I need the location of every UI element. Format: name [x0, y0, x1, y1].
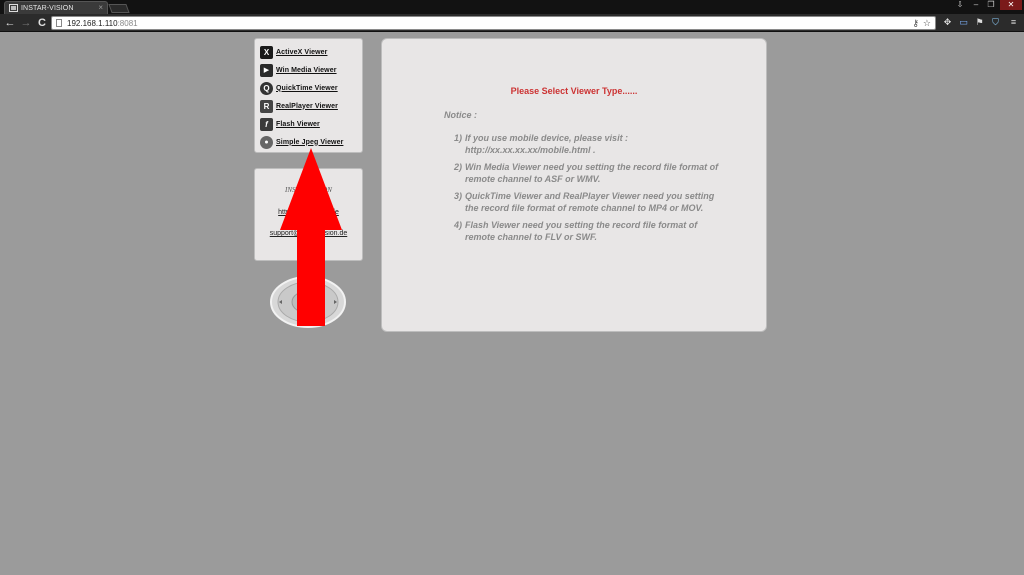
restore-button[interactable]: ❐: [984, 0, 998, 10]
notice-text: Win Media Viewer need you setting the re…: [465, 162, 719, 184]
back-button[interactable]: ←: [3, 16, 17, 30]
windows-media-icon: ▶: [260, 63, 273, 77]
minimize-button[interactable]: –: [969, 0, 983, 10]
page-title: Please Select Viewer Type......: [510, 86, 638, 96]
tab-title: INSTAR-VISION: [21, 4, 74, 12]
notice-text: Flash Viewer need you setting the record…: [465, 220, 698, 242]
page-icon: [56, 19, 62, 27]
main-panel: Please Select Viewer Type...... Notice :…: [381, 38, 767, 332]
profile-icon[interactable]: ⇩: [953, 0, 967, 10]
viewer-item-label[interactable]: QuickTime Viewer: [276, 85, 338, 92]
viewer-menu: X ActiveX Viewer ▶ Win Media Viewer Q Qu…: [254, 38, 363, 153]
notice-label: Notice :: [444, 110, 478, 120]
extension-move-icon[interactable]: ✥: [942, 17, 953, 28]
notice-item: 2) Win Media Viewer need you setting the…: [454, 161, 724, 185]
quicktime-icon: Q: [260, 81, 273, 95]
notice-number: 1): [454, 133, 463, 143]
address-bar[interactable]: 192.168.1.110:8081 ⚷ ☆: [51, 16, 936, 30]
reload-button[interactable]: C: [35, 16, 49, 30]
viewer-item-label[interactable]: Win Media Viewer: [276, 67, 337, 74]
notice-number: 2): [454, 162, 463, 172]
notice-number: 4): [454, 220, 463, 230]
close-window-button[interactable]: ✕: [1000, 0, 1022, 10]
viewer-item-label[interactable]: RealPlayer Viewer: [276, 103, 338, 110]
flash-icon: f: [260, 117, 273, 131]
notice-text: QuickTime Viewer and RealPlayer Viewer n…: [465, 191, 715, 213]
bookmark-star-icon[interactable]: ☆: [923, 18, 931, 29]
extension-shield-icon[interactable]: ⛉: [990, 17, 1001, 28]
forward-button[interactable]: →: [19, 16, 33, 30]
notice-item: 1) If you use mobile device, please visi…: [454, 132, 724, 156]
url-text: 192.168.1.110:8081: [67, 18, 138, 28]
viewer-item-win-media[interactable]: ▶ Win Media Viewer: [260, 61, 362, 79]
viewer-item-label[interactable]: Flash Viewer: [276, 121, 320, 128]
notice-item: 4) Flash Viewer need you setting the rec…: [454, 219, 724, 243]
activex-icon: X: [260, 45, 273, 59]
browser-tab[interactable]: INSTAR-VISION ×: [4, 1, 108, 14]
viewer-item-realplayer[interactable]: R RealPlayer Viewer: [260, 97, 362, 115]
browser-toolbar: ← → C 192.168.1.110:8081 ⚷ ☆ ✥ ▭ ⚑ ⛉ ≡: [0, 14, 1024, 32]
tab-favicon-icon: [9, 4, 18, 12]
realplayer-icon: R: [260, 99, 273, 113]
viewer-item-quicktime[interactable]: Q QuickTime Viewer: [260, 79, 362, 97]
notice-list: 1) If you use mobile device, please visi…: [454, 132, 724, 248]
viewer-item-flash[interactable]: f Flash Viewer: [260, 115, 362, 133]
annotation-arrow-icon: [280, 148, 342, 326]
menu-icon[interactable]: ≡: [1008, 17, 1019, 28]
new-tab-button[interactable]: [108, 4, 130, 13]
key-icon[interactable]: ⚷: [912, 18, 919, 29]
tab-close-icon[interactable]: ×: [98, 3, 103, 13]
extension-flag-icon[interactable]: ⚑: [974, 17, 985, 28]
viewer-item-activex[interactable]: X ActiveX Viewer: [260, 43, 362, 61]
viewer-item-label[interactable]: Simple Jpeg Viewer: [276, 139, 343, 146]
notice-text: If you use mobile device, please visit :…: [465, 133, 629, 155]
extension-screen-icon[interactable]: ▭: [958, 17, 969, 28]
jpeg-icon: ●: [260, 135, 273, 149]
notice-number: 3): [454, 191, 463, 201]
notice-item: 3) QuickTime Viewer and RealPlayer Viewe…: [454, 190, 724, 214]
viewer-item-label[interactable]: ActiveX Viewer: [276, 49, 327, 56]
browser-titlebar: INSTAR-VISION × ⇩ – ❐ ✕: [0, 0, 1024, 14]
